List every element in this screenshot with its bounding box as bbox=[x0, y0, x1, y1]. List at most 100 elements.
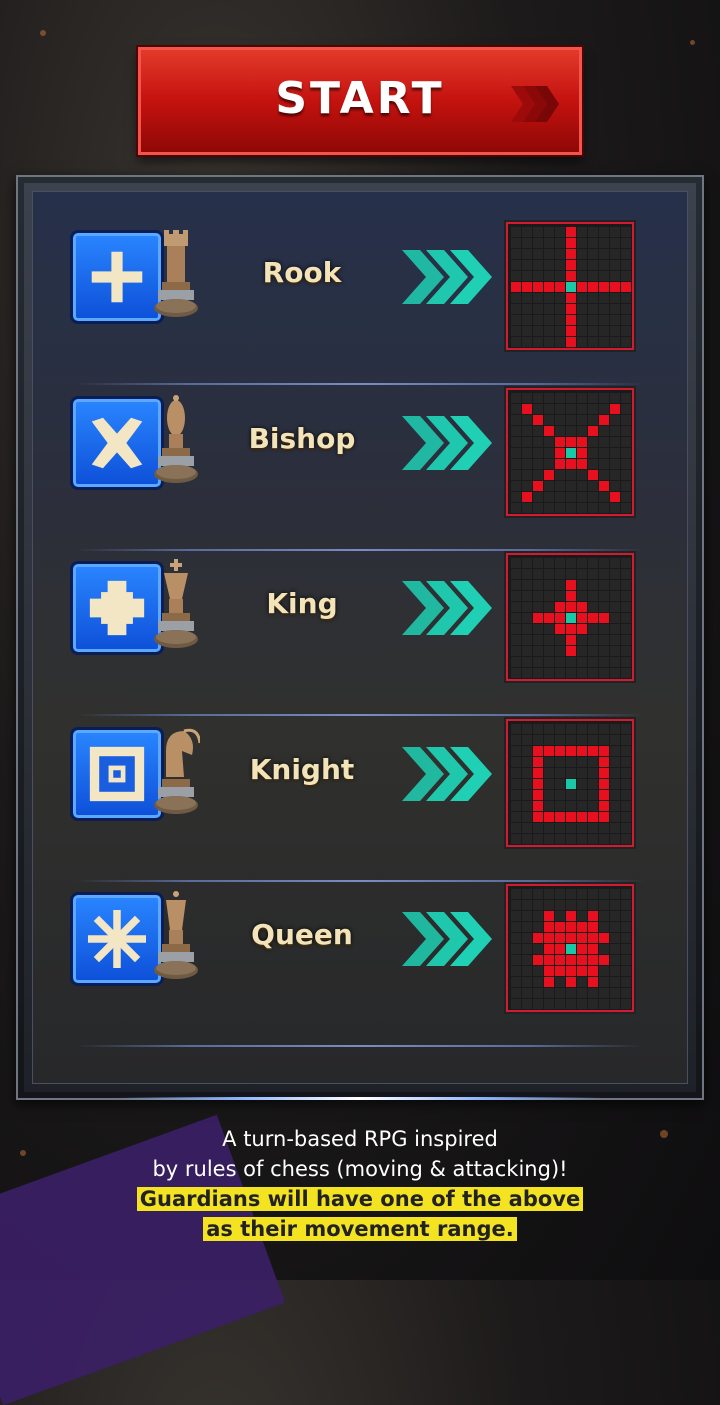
range-cell bbox=[544, 977, 554, 987]
range-cell bbox=[511, 812, 521, 822]
range-cell bbox=[533, 227, 543, 237]
range-cell bbox=[544, 459, 554, 469]
range-cell bbox=[610, 481, 620, 491]
range-cell bbox=[533, 646, 543, 656]
range-cell bbox=[577, 790, 587, 800]
range-cell bbox=[566, 966, 576, 976]
range-cell bbox=[522, 227, 532, 237]
range-cell bbox=[610, 977, 620, 987]
range-cell bbox=[533, 801, 543, 811]
range-cell bbox=[577, 613, 587, 623]
range-cell bbox=[566, 933, 576, 943]
range-cell bbox=[533, 988, 543, 998]
piece-row-bishop: Bishop bbox=[16, 368, 704, 518]
range-cell bbox=[511, 889, 521, 899]
range-cell bbox=[555, 591, 565, 601]
range-cell bbox=[566, 591, 576, 601]
range-cell bbox=[577, 304, 587, 314]
range-cell bbox=[610, 503, 620, 513]
range-cell bbox=[544, 999, 554, 1009]
range-cell bbox=[599, 889, 609, 899]
range-cell bbox=[621, 812, 631, 822]
range-cell bbox=[599, 635, 609, 645]
start-button[interactable]: START bbox=[138, 47, 582, 155]
range-cell bbox=[533, 337, 543, 347]
range-cell bbox=[533, 735, 543, 745]
range-cell bbox=[522, 238, 532, 248]
range-cell bbox=[566, 955, 576, 965]
range-cell bbox=[555, 492, 565, 502]
range-cell bbox=[588, 448, 598, 458]
range-cell bbox=[533, 977, 543, 987]
range-cell bbox=[621, 966, 631, 976]
range-cell bbox=[588, 569, 598, 579]
range-cell bbox=[588, 779, 598, 789]
range-cell bbox=[533, 393, 543, 403]
range-cell bbox=[577, 580, 587, 590]
range-cell bbox=[599, 955, 609, 965]
range-cell bbox=[533, 911, 543, 921]
range-cell bbox=[511, 966, 521, 976]
range-cell bbox=[588, 823, 598, 833]
range-cell bbox=[621, 580, 631, 590]
range-cell bbox=[577, 635, 587, 645]
range-cell bbox=[621, 337, 631, 347]
start-button-label: START bbox=[275, 72, 445, 124]
range-cell bbox=[588, 260, 598, 270]
range-cell bbox=[566, 757, 576, 767]
range-cell bbox=[555, 558, 565, 568]
range-cell bbox=[544, 558, 554, 568]
range-cell bbox=[599, 271, 609, 281]
range-cell bbox=[588, 293, 598, 303]
range-cell bbox=[511, 591, 521, 601]
range-cell bbox=[522, 790, 532, 800]
range-cell bbox=[533, 922, 543, 932]
range-cell bbox=[621, 933, 631, 943]
range-cell bbox=[599, 337, 609, 347]
range-cell bbox=[522, 459, 532, 469]
range-cell bbox=[577, 955, 587, 965]
chess-piece-bishop-icon bbox=[154, 395, 198, 483]
range-cell bbox=[511, 768, 521, 778]
range-cell bbox=[555, 503, 565, 513]
range-cell bbox=[544, 801, 554, 811]
range-cell bbox=[588, 282, 598, 292]
range-cell bbox=[621, 492, 631, 502]
range-cell bbox=[621, 569, 631, 579]
range-cell bbox=[599, 293, 609, 303]
range-cell bbox=[588, 646, 598, 656]
range-cell bbox=[511, 668, 521, 678]
range-cell bbox=[566, 613, 576, 623]
range-cell bbox=[599, 657, 609, 667]
range-cell bbox=[588, 437, 598, 447]
range-cell bbox=[599, 757, 609, 767]
range-cell bbox=[533, 503, 543, 513]
range-cell bbox=[566, 889, 576, 899]
range-cell bbox=[577, 249, 587, 259]
range-cell bbox=[522, 271, 532, 281]
range-cell bbox=[522, 944, 532, 954]
range-cell bbox=[566, 492, 576, 502]
range-cell bbox=[544, 834, 554, 844]
range-cell bbox=[621, 238, 631, 248]
range-cell bbox=[522, 823, 532, 833]
range-cell bbox=[577, 646, 587, 656]
range-cell bbox=[621, 911, 631, 921]
range-cell bbox=[599, 933, 609, 943]
range-cell bbox=[511, 227, 521, 237]
range-cell bbox=[511, 404, 521, 414]
range-cell bbox=[511, 746, 521, 756]
range-cell bbox=[577, 326, 587, 336]
range-cell bbox=[522, 558, 532, 568]
range-cell bbox=[522, 448, 532, 458]
range-cell bbox=[610, 337, 620, 347]
range-cell bbox=[577, 966, 587, 976]
range-cell bbox=[555, 812, 565, 822]
range-cell bbox=[588, 746, 598, 756]
range-cell bbox=[511, 459, 521, 469]
range-cell bbox=[522, 602, 532, 612]
range-cell bbox=[566, 437, 576, 447]
range-cell bbox=[577, 503, 587, 513]
range-cell bbox=[566, 801, 576, 811]
range-cell bbox=[555, 304, 565, 314]
